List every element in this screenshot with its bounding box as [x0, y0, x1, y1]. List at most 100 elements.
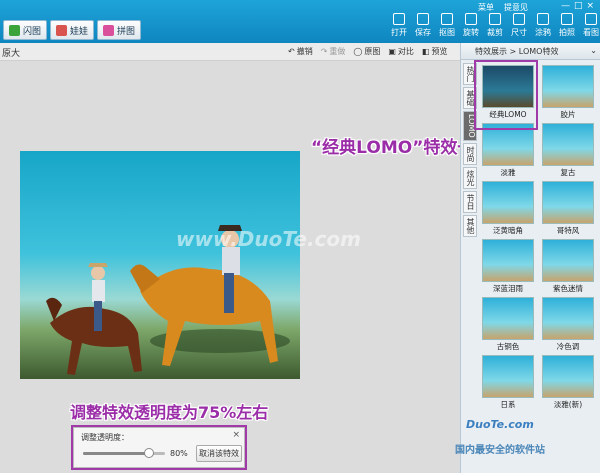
- selection-highlight: [474, 60, 538, 130]
- original-icon: ◯: [353, 47, 363, 56]
- open-button[interactable]: 打开: [388, 13, 410, 38]
- tool-label: 打开: [391, 28, 407, 37]
- tab-collage[interactable]: 拼图: [97, 20, 142, 40]
- effect-label: 冷色调: [556, 342, 580, 351]
- breadcrumb: 特效展示 > LOMO特效: [475, 47, 559, 56]
- effect-thumbnail: [542, 123, 594, 166]
- effect-thumbnail: [542, 65, 594, 108]
- effect-thumbnail: [482, 297, 534, 340]
- effect-item[interactable]: 古铜色: [481, 297, 535, 352]
- save-icon: [417, 13, 429, 25]
- redo-label: 重做: [329, 47, 346, 56]
- footer-brand: DuoTe.com: [466, 418, 534, 431]
- tab-category[interactable]: 炫光: [463, 166, 477, 189]
- effect-label: 复古: [560, 168, 576, 177]
- tool-label: 保存: [415, 28, 431, 37]
- brush-icon: [537, 13, 549, 25]
- main-toolbar: 打开 保存 抠图 旋转 裁剪 尺寸 涂鸦 拍照 看图: [388, 13, 600, 38]
- zoom-label: 原大: [2, 49, 21, 59]
- effect-item[interactable]: 淡雅: [481, 123, 535, 178]
- view-button[interactable]: 看图: [580, 13, 600, 38]
- effect-item[interactable]: 淡雅(新): [541, 355, 595, 410]
- tab-label: 拼图: [117, 26, 136, 37]
- tool-label: 裁剪: [487, 28, 503, 37]
- effect-item[interactable]: 哥特风: [541, 181, 595, 236]
- preview-icon: ◧: [421, 47, 430, 56]
- minimize-icon[interactable]: —: [561, 1, 570, 11]
- effect-label: 深蓝泪雨: [493, 284, 523, 293]
- effect-label: 古铜色: [496, 342, 520, 351]
- redo-button[interactable]: ↷ 重做: [321, 46, 346, 57]
- folder-icon: [393, 13, 405, 25]
- tab-category[interactable]: 其他: [463, 214, 477, 237]
- camera-icon: [561, 13, 573, 25]
- cancel-effect-button[interactable]: 取消该特效: [196, 445, 242, 462]
- tool-label: 旋转: [463, 28, 479, 37]
- tab-label: 娃娃: [70, 26, 89, 37]
- menu-button[interactable]: 菜单: [478, 2, 494, 13]
- rotate-button[interactable]: 旋转: [460, 13, 482, 38]
- effect-item[interactable]: 胶片: [541, 65, 595, 120]
- view-icon: [585, 13, 597, 25]
- tool-label: 拍照: [559, 28, 575, 37]
- compare-label: 对比: [397, 47, 414, 56]
- compare-icon: ▣: [388, 47, 396, 56]
- chevron-down-icon[interactable]: ⌄: [590, 46, 597, 55]
- opacity-value: 80%: [170, 449, 188, 458]
- effect-thumbnail: [542, 239, 594, 282]
- effect-item[interactable]: 复古: [541, 123, 595, 178]
- close-icon[interactable]: ×: [586, 1, 594, 11]
- resize-icon: [513, 13, 525, 25]
- cutout-button[interactable]: 抠图: [436, 13, 458, 38]
- undo-label: 撤销: [296, 47, 313, 56]
- effect-item[interactable]: 深蓝泪雨: [481, 239, 535, 294]
- feedback-button[interactable]: 提意见: [504, 2, 528, 13]
- redo-icon: ↷: [320, 47, 328, 56]
- effect-label: 胶片: [560, 110, 576, 119]
- effect-item[interactable]: 日系: [481, 355, 535, 410]
- crop-button[interactable]: 裁剪: [484, 13, 506, 38]
- doodle-button[interactable]: 涂鸦: [532, 13, 554, 38]
- effects-panel-header: 特效展示 > LOMO特效 ⌄: [461, 43, 600, 60]
- effect-label: 淡雅: [500, 168, 516, 177]
- slider-fill: [83, 452, 149, 455]
- tab-label: 闪图: [23, 26, 42, 37]
- flash-icon: [9, 24, 20, 36]
- effect-thumbnail: [482, 239, 534, 282]
- effect-label: 日系: [500, 400, 516, 409]
- save-button[interactable]: 保存: [412, 13, 434, 38]
- effect-thumbnail: [542, 355, 594, 398]
- tab-doll[interactable]: 娃娃: [50, 20, 95, 40]
- tool-label: 抠图: [439, 28, 455, 37]
- slider-thumb[interactable]: [143, 448, 154, 458]
- footer-slogan: 国内最安全的软件站: [455, 445, 545, 456]
- resize-button[interactable]: 尺寸: [508, 13, 530, 38]
- effect-item[interactable]: 冷色调: [541, 297, 595, 352]
- effect-label: 哥特风: [556, 226, 580, 235]
- effect-thumbnail: [542, 297, 594, 340]
- annotation-opacity: 调整特效透明度为75%左右: [70, 403, 269, 422]
- effect-item[interactable]: 泛黄暗角: [481, 181, 535, 236]
- effect-label: 淡雅(新): [553, 400, 583, 409]
- opacity-label: 调整透明度：: [81, 433, 129, 442]
- original-label: 原图: [364, 47, 381, 56]
- undo-button[interactable]: ↶ 撤销: [288, 46, 313, 57]
- tab-flash[interactable]: 闪图: [3, 20, 48, 40]
- effect-thumbnail: [482, 181, 534, 224]
- compare-button[interactable]: ▣ 对比: [388, 46, 414, 57]
- effect-item[interactable]: 紫色迷情: [541, 239, 595, 294]
- window-controls: — □ ×: [561, 1, 594, 11]
- horse-riders-photo: [46, 225, 290, 375]
- camera-button[interactable]: 拍照: [556, 13, 578, 38]
- photo-preview[interactable]: [20, 151, 300, 379]
- opacity-slider[interactable]: [83, 448, 165, 458]
- tab-category[interactable]: 时尚: [463, 142, 477, 165]
- opacity-dialog: 调整透明度： × 80% 取消该特效: [73, 427, 245, 468]
- original-button[interactable]: ◯ 原图: [353, 46, 380, 57]
- effect-thumbnail: [482, 355, 534, 398]
- watermark-text: www.DuoTe.com: [176, 227, 361, 251]
- maximize-icon[interactable]: □: [574, 1, 583, 11]
- close-icon[interactable]: ×: [232, 430, 240, 440]
- preview-button[interactable]: ◧ 预览: [422, 46, 448, 57]
- tab-category[interactable]: 节日: [463, 190, 477, 213]
